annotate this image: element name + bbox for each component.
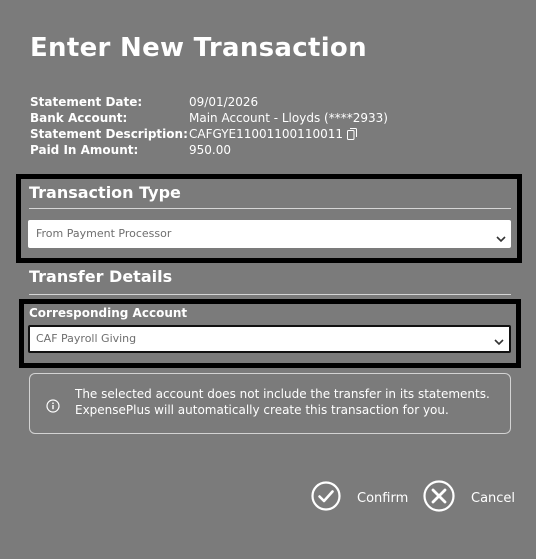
cancel-label: Cancel xyxy=(471,490,516,506)
corresponding-account-select[interactable]: CAF Payroll Giving xyxy=(28,325,511,353)
chevron-down-icon xyxy=(495,228,507,256)
chevron-down-icon xyxy=(493,333,505,357)
detail-row-statement-description: Statement Description:CAFGYE110011001100… xyxy=(30,126,388,142)
copy-icon[interactable] xyxy=(347,128,357,144)
corresponding-account-label: Corresponding Account xyxy=(29,306,188,320)
detail-label: Bank Account: xyxy=(30,111,128,125)
detail-label: Paid In Amount: xyxy=(30,143,139,157)
dialog-title: Enter New Transaction xyxy=(30,33,367,63)
check-circle-icon xyxy=(311,481,341,515)
detail-value: Main Account - Lloyds (****2933) xyxy=(189,111,388,125)
notice-line: ExpensePlus will automatically create th… xyxy=(75,403,449,417)
detail-row-statement-date: Statement Date: 09/01/2026 xyxy=(30,94,388,110)
detail-label: Statement Date: xyxy=(30,95,143,109)
enter-transaction-dialog: Enter New Transaction Statement Date: 09/… xyxy=(0,0,536,559)
notice-text: The selected account does not include th… xyxy=(75,386,495,418)
confirm-label: Confirm xyxy=(357,490,409,506)
info-icon xyxy=(46,398,60,417)
statement-details: Statement Date: 09/01/2026 Bank Account: M… xyxy=(30,94,388,158)
cancel-button[interactable]: Cancel xyxy=(423,480,516,516)
transaction-type-value: From Payment Processor xyxy=(36,227,172,240)
transaction-type-heading: Transaction Type xyxy=(29,183,181,202)
divider xyxy=(29,294,511,295)
confirm-button[interactable]: Confirm xyxy=(311,481,409,515)
corresponding-account-value: CAF Payroll Giving xyxy=(36,332,137,345)
detail-value: 09/01/2026 xyxy=(189,95,259,109)
detail-row-bank-account: Bank Account: Main Account - Lloyds (****… xyxy=(30,110,388,126)
detail-value: 950.00 xyxy=(189,143,231,157)
x-circle-icon xyxy=(423,480,455,516)
divider xyxy=(29,208,511,209)
notice-line: The selected account does not include th… xyxy=(75,387,490,401)
info-notice: The selected account does not include th… xyxy=(29,373,511,434)
detail-label: Statement Description: xyxy=(30,127,188,141)
detail-value: CAFGYE11001100110011 xyxy=(189,127,343,141)
transfer-details-heading: Transfer Details xyxy=(29,267,173,286)
transaction-type-select[interactable]: From Payment Processor xyxy=(28,220,511,248)
detail-row-paid-in-amount: Paid In Amount: 950.00 xyxy=(30,142,388,158)
